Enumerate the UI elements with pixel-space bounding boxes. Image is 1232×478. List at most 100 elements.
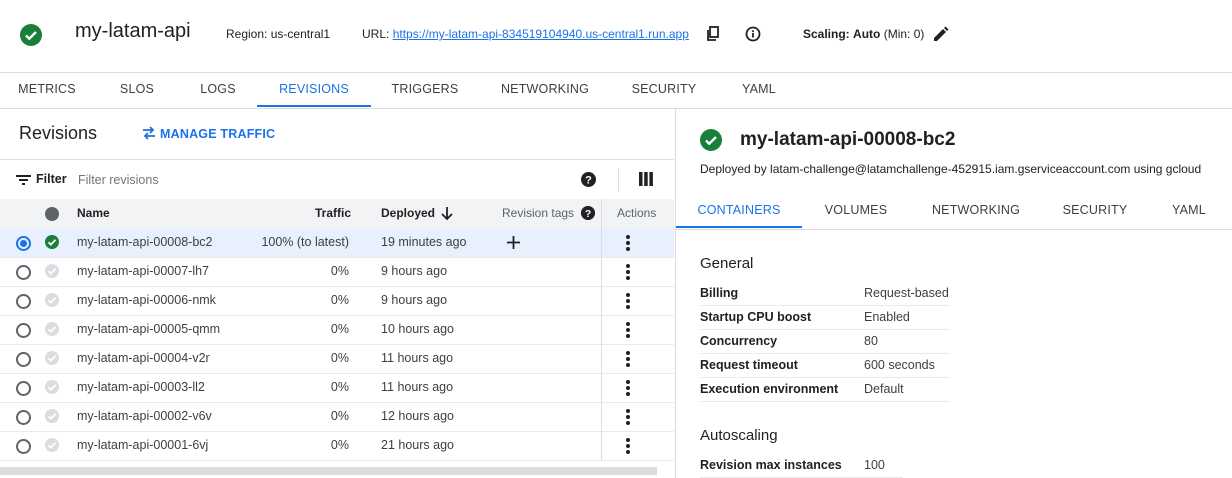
table-row[interactable]: my-latam-api-00003-ll2 0% 11 hours ago xyxy=(0,373,674,403)
filter-icon xyxy=(16,175,31,185)
sort-down-arrow-icon[interactable] xyxy=(440,206,454,221)
revision-name[interactable]: my-latam-api-00007-lh7 xyxy=(77,257,209,286)
revision-name[interactable]: my-latam-api-00004-v2r xyxy=(77,344,210,373)
row-actions-menu-icon[interactable] xyxy=(626,293,630,309)
revision-traffic: 0% xyxy=(330,351,349,365)
revision-name[interactable]: my-latam-api-00006-nmk xyxy=(77,286,216,315)
status-inactive-icon xyxy=(45,351,59,365)
property-value: 600 seconds xyxy=(864,358,935,372)
tab-networking[interactable]: NETWORKING xyxy=(478,72,612,107)
scaling-label: Scaling: xyxy=(803,27,850,41)
service-tabs: METRICS SLOS LOGS REVISIONS TRIGGERS NET… xyxy=(0,72,1232,109)
row-radio[interactable] xyxy=(16,352,31,367)
revision-name[interactable]: my-latam-api-00001-6vj xyxy=(77,431,208,460)
status-inactive-icon xyxy=(45,322,59,336)
tab-revisions[interactable]: REVISIONS xyxy=(257,72,371,107)
table-row[interactable]: my-latam-api-00007-lh7 0% 9 hours ago xyxy=(0,257,674,287)
tab-yaml[interactable]: YAML xyxy=(716,72,802,107)
row-actions-menu-icon[interactable] xyxy=(626,235,630,251)
edit-pencil-icon[interactable] xyxy=(931,24,951,44)
column-name[interactable]: Name xyxy=(77,199,110,228)
row-actions-menu-icon[interactable] xyxy=(626,322,630,338)
service-name: my-latam-api xyxy=(75,20,191,42)
revisions-title: Revisions xyxy=(19,123,98,143)
column-traffic[interactable]: Traffic xyxy=(315,199,351,228)
row-radio[interactable] xyxy=(16,410,31,425)
revision-deployed: 11 hours ago xyxy=(381,380,454,394)
table-row[interactable]: my-latam-api-00001-6vj 0% 21 hours ago xyxy=(0,431,674,461)
row-radio[interactable] xyxy=(16,439,31,454)
status-inactive-icon xyxy=(45,438,59,452)
toolbar-divider xyxy=(618,168,619,192)
region-info: Region: us-central1 xyxy=(226,27,330,41)
filter-revisions-input[interactable] xyxy=(76,168,380,192)
column-deployed[interactable]: Deployed xyxy=(381,199,435,228)
service-status-ok-icon xyxy=(20,24,42,46)
property-key: Concurrency xyxy=(700,334,778,348)
help-icon[interactable]: ? xyxy=(580,171,597,188)
row-actions-menu-icon[interactable] xyxy=(626,409,630,425)
tab-security[interactable]: SECURITY xyxy=(612,72,716,107)
revision-deployed: 9 hours ago xyxy=(381,264,448,278)
row-radio[interactable] xyxy=(16,323,31,338)
row-radio[interactable] xyxy=(16,381,31,396)
tab-detail-security[interactable]: SECURITY xyxy=(1042,195,1148,228)
service-url-link[interactable]: https://my-latam-api-834519104940.us-cen… xyxy=(393,27,689,41)
property-row: Concurrency 80 xyxy=(700,329,950,354)
manage-traffic-button[interactable]: MANAGE TRAFFIC xyxy=(142,126,275,141)
row-actions-menu-icon[interactable] xyxy=(626,438,630,454)
revision-traffic: 0% xyxy=(330,322,349,336)
tab-metrics[interactable]: METRICS xyxy=(0,72,94,107)
revision-traffic: 100% (to latest) xyxy=(261,235,349,249)
revision-deployed: 11 hours ago xyxy=(381,351,454,365)
tab-logs[interactable]: LOGS xyxy=(180,72,256,107)
tab-detail-networking[interactable]: NETWORKING xyxy=(910,195,1042,228)
horizontal-scrollbar[interactable] xyxy=(0,467,657,475)
table-row[interactable]: my-latam-api-00006-nmk 0% 9 hours ago xyxy=(0,286,674,316)
actions-column-divider xyxy=(601,199,602,461)
url-label: URL: xyxy=(362,27,390,41)
row-radio[interactable] xyxy=(16,265,31,280)
info-icon[interactable] xyxy=(743,24,763,44)
row-radio[interactable] xyxy=(16,236,31,251)
table-row[interactable]: my-latam-api-00004-v2r 0% 11 hours ago xyxy=(0,344,674,374)
tags-help-icon[interactable]: ? xyxy=(580,205,596,221)
table-row[interactable]: my-latam-api-00008-bc2 100% (to latest) … xyxy=(0,228,674,258)
copy-icon[interactable] xyxy=(703,24,723,44)
filter-label: Filter xyxy=(36,172,67,186)
status-ok-icon xyxy=(45,235,59,249)
manage-traffic-label: MANAGE TRAFFIC xyxy=(160,127,276,141)
tab-detail-yaml[interactable]: YAML xyxy=(1148,195,1230,228)
row-actions-menu-icon[interactable] xyxy=(626,380,630,396)
status-inactive-icon xyxy=(45,380,59,394)
tab-containers[interactable]: CONTAINERS xyxy=(676,195,802,228)
revision-traffic: 0% xyxy=(330,264,349,278)
revisions-table-header: Name Traffic Deployed Revision tags ? Ac… xyxy=(0,199,674,229)
property-key: Revision max instances xyxy=(700,458,842,472)
scaling-value: Auto xyxy=(853,27,881,41)
revision-name[interactable]: my-latam-api-00002-v6v xyxy=(77,402,212,431)
table-row[interactable]: my-latam-api-00005-qmm 0% 10 hours ago xyxy=(0,315,674,345)
tab-slos[interactable]: SLOS xyxy=(94,72,180,107)
tab-volumes[interactable]: VOLUMES xyxy=(802,195,910,228)
row-actions-menu-icon[interactable] xyxy=(626,351,630,367)
add-tag-plus-icon[interactable] xyxy=(507,236,520,249)
revision-name[interactable]: my-latam-api-00005-qmm xyxy=(77,315,220,344)
status-column-icon xyxy=(45,207,59,221)
revision-deployed: 10 hours ago xyxy=(381,322,454,336)
revision-name[interactable]: my-latam-api-00003-ll2 xyxy=(77,373,205,402)
revision-traffic: 0% xyxy=(330,409,349,423)
swap-arrows-icon xyxy=(143,126,155,140)
service-header: my-latam-api Region: us-central1 URL: ht… xyxy=(0,0,1232,73)
tab-triggers[interactable]: TRIGGERS xyxy=(372,72,478,107)
revision-detail-title: my-latam-api-00008-bc2 xyxy=(740,129,956,150)
revision-traffic: 0% xyxy=(330,293,349,307)
column-display-icon[interactable] xyxy=(639,172,653,186)
revisions-panel: Revisions MANAGE TRAFFIC Filter ? Name T… xyxy=(0,109,674,478)
row-actions-menu-icon[interactable] xyxy=(626,264,630,280)
row-radio[interactable] xyxy=(16,294,31,309)
revision-name[interactable]: my-latam-api-00008-bc2 xyxy=(77,228,212,257)
table-row[interactable]: my-latam-api-00002-v6v 0% 12 hours ago xyxy=(0,402,674,432)
svg-text:?: ? xyxy=(585,209,591,220)
property-row: Request timeout 600 seconds xyxy=(700,353,950,378)
